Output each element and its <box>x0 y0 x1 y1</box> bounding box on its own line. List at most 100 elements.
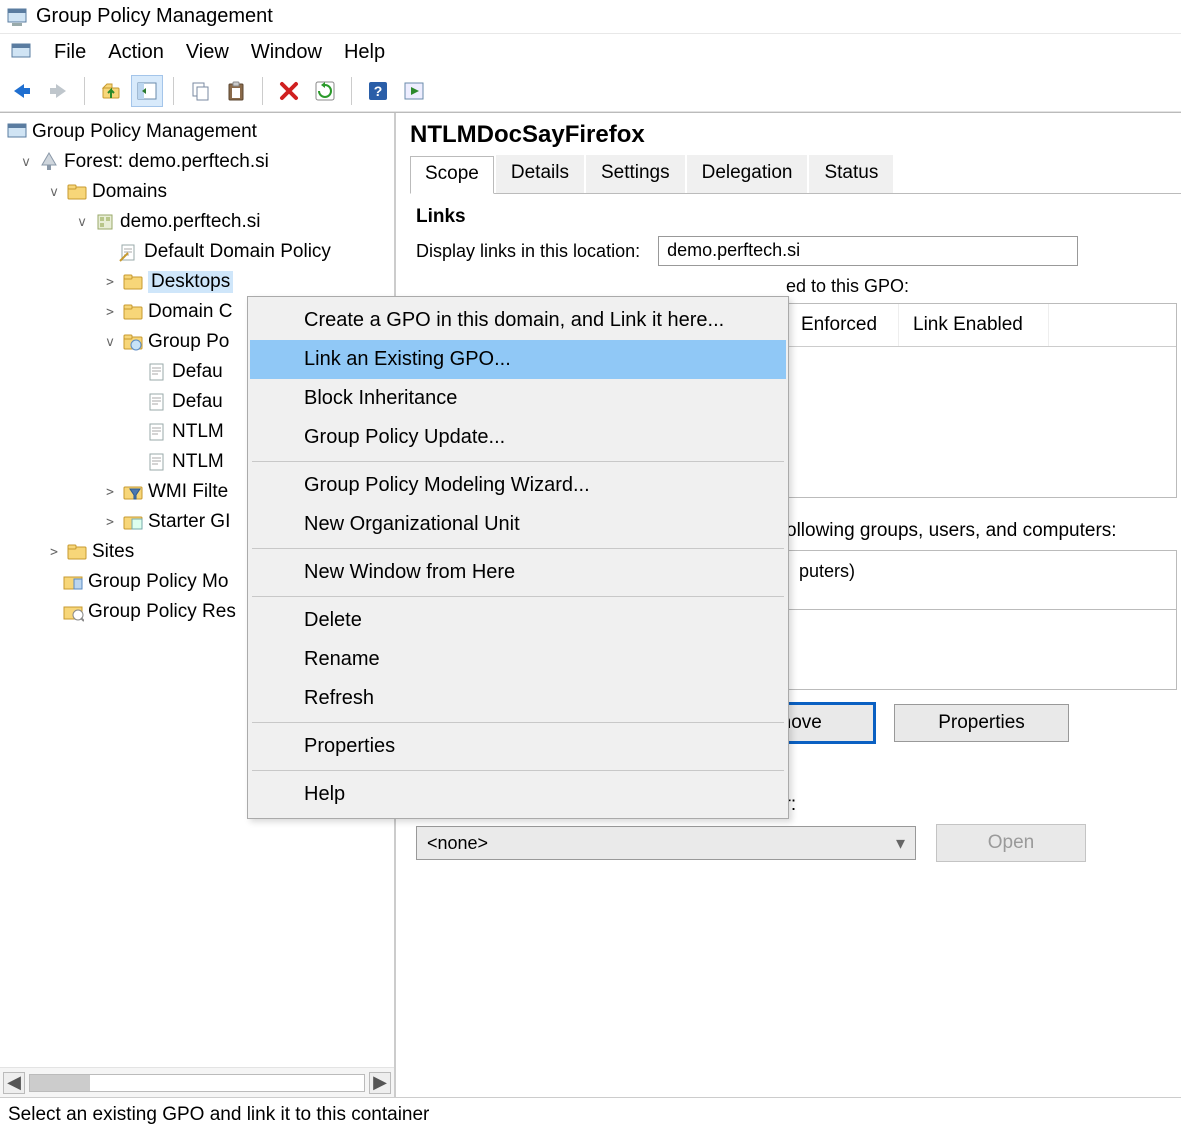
context-menu-item[interactable]: Properties <box>250 727 786 766</box>
tab-scope[interactable]: Scope <box>410 156 494 194</box>
window-title: Group Policy Management <box>36 5 273 28</box>
display-links-label: Display links in this location: <box>416 241 640 262</box>
tree-ou-domain-controllers[interactable]: Domain C <box>148 301 232 323</box>
menu-separator <box>252 548 784 549</box>
scroll-right-icon[interactable]: ▶ <box>369 1072 391 1094</box>
menu-separator <box>252 461 784 462</box>
tree-default-domain-policy[interactable]: Default Domain Policy <box>144 241 331 263</box>
folder-icon <box>66 181 88 203</box>
gpm-results-icon <box>62 601 84 623</box>
scroll-thumb[interactable] <box>30 1075 90 1091</box>
column-link-enabled[interactable]: Link Enabled <box>899 304 1049 346</box>
menu-separator <box>252 770 784 771</box>
context-menu-item[interactable]: Link an Existing GPO... <box>250 340 786 379</box>
tab-settings[interactable]: Settings <box>586 155 685 193</box>
gpo-link-icon <box>118 241 140 263</box>
expander-icon[interactable]: > <box>102 515 118 530</box>
tree-gpo-item[interactable]: NTLM <box>172 421 224 443</box>
tree-group-policy-objects[interactable]: Group Po <box>148 331 229 353</box>
copy-icon[interactable] <box>184 75 216 107</box>
expander-icon[interactable]: > <box>102 485 118 500</box>
expander-icon[interactable]: > <box>102 275 118 290</box>
tree-wmi-filters[interactable]: WMI Filte <box>148 481 228 503</box>
open-button: Open <box>936 824 1086 862</box>
display-links-location-dropdown[interactable]: demo.perftech.si <box>658 236 1078 266</box>
expander-icon[interactable]: > <box>102 305 118 320</box>
expander-icon[interactable]: > <box>46 545 62 560</box>
separator-icon <box>173 77 174 105</box>
up-folder-icon[interactable] <box>95 75 127 107</box>
gpm-modeling-icon <box>62 571 84 593</box>
tree-sites[interactable]: Sites <box>92 541 134 563</box>
context-menu-item[interactable]: Create a GPO in this domain, and Link it… <box>250 301 786 340</box>
context-menu-item[interactable]: Refresh <box>250 679 786 718</box>
scroll-track[interactable] <box>29 1074 365 1092</box>
list-item[interactable]: puters) <box>799 561 1164 582</box>
context-menu-item[interactable]: Delete <box>250 601 786 640</box>
expander-icon[interactable]: v <box>74 215 90 230</box>
chevron-down-icon: ▾ <box>896 833 905 854</box>
tab-delegation[interactable]: Delegation <box>687 155 808 193</box>
wmi-filter-dropdown[interactable]: <none> ▾ <box>416 826 916 860</box>
context-menu-item[interactable]: Group Policy Update... <box>250 418 786 457</box>
properties-button[interactable]: Properties <box>894 704 1069 742</box>
folder-icon <box>66 541 88 563</box>
tree-gp-results[interactable]: Group Policy Res <box>88 601 236 623</box>
tree-forest[interactable]: Forest: demo.perftech.si <box>64 151 269 173</box>
app-icon-small <box>10 41 32 63</box>
expander-icon[interactable]: v <box>102 335 118 350</box>
tab-details[interactable]: Details <box>496 155 584 193</box>
tree-ou-desktops[interactable]: Desktops <box>148 271 233 293</box>
back-icon[interactable] <box>6 75 38 107</box>
toolbar: ? <box>0 70 1181 112</box>
context-menu-item[interactable]: Block Inheritance <box>250 379 786 418</box>
tree-domain[interactable]: demo.perftech.si <box>120 211 260 233</box>
context-menu-item[interactable]: Rename <box>250 640 786 679</box>
scroll-left-icon[interactable]: ◀ <box>3 1072 25 1094</box>
wmi-filter-icon <box>122 481 144 503</box>
context-menu-item[interactable]: Help <box>250 775 786 814</box>
context-menu[interactable]: Create a GPO in this domain, and Link it… <box>247 296 789 819</box>
help-icon[interactable]: ? <box>362 75 394 107</box>
starter-gpo-icon <box>122 511 144 533</box>
tree-domains[interactable]: Domains <box>92 181 167 203</box>
menu-separator <box>252 722 784 723</box>
menu-help[interactable]: Help <box>344 41 385 64</box>
gpm-icon <box>6 121 28 143</box>
links-table-body[interactable] <box>787 347 1176 497</box>
run-icon[interactable] <box>398 75 430 107</box>
context-menu-item[interactable]: New Organizational Unit <box>250 505 786 544</box>
context-menu-item[interactable]: New Window from Here <box>250 553 786 592</box>
menu-file[interactable]: File <box>54 41 86 64</box>
tree-gpo-item[interactable]: Defau <box>172 391 223 413</box>
expander-icon[interactable]: v <box>46 185 62 200</box>
show-hide-tree-icon[interactable] <box>131 75 163 107</box>
gpo-icon <box>146 451 168 473</box>
menu-view[interactable]: View <box>186 41 229 64</box>
tab-status[interactable]: Status <box>809 155 893 193</box>
wmi-filter-value: <none> <box>427 833 488 854</box>
status-bar: Select an existing GPO and link it to th… <box>0 1097 1181 1131</box>
security-filtering-desc-partial: ollowing groups, users, and computers: <box>786 520 1177 542</box>
separator-icon <box>351 77 352 105</box>
menu-window[interactable]: Window <box>251 41 322 64</box>
tree-starter-gpos[interactable]: Starter GI <box>148 511 230 533</box>
link-description-partial: ed to this GPO: <box>786 276 1177 297</box>
refresh-icon[interactable] <box>309 75 341 107</box>
domain-icon <box>94 211 116 233</box>
menu-action[interactable]: Action <box>108 41 164 64</box>
security-filtering-list[interactable]: puters) <box>786 550 1177 610</box>
tree-root[interactable]: Group Policy Management <box>32 121 257 143</box>
tree-gpo-item[interactable]: NTLM <box>172 451 224 473</box>
column-enforced[interactable]: Enforced <box>787 304 899 346</box>
expander-icon[interactable]: v <box>18 155 34 170</box>
context-menu-item[interactable]: Group Policy Modeling Wizard... <box>250 466 786 505</box>
horizontal-scrollbar[interactable]: ◀ ▶ <box>0 1067 394 1097</box>
svg-text:?: ? <box>374 83 383 99</box>
gpo-icon <box>146 361 168 383</box>
paste-icon[interactable] <box>220 75 252 107</box>
links-table[interactable]: Enforced Link Enabled <box>786 303 1177 498</box>
tree-gp-modeling[interactable]: Group Policy Mo <box>88 571 228 593</box>
tree-gpo-item[interactable]: Defau <box>172 361 223 383</box>
delete-icon[interactable] <box>273 75 305 107</box>
